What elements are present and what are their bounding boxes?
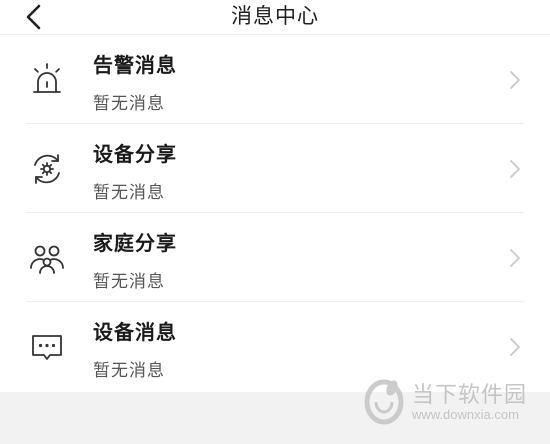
message-category-list: 告警消息 暂无消息 设备分享 暂无消息 家庭分享 暂无消息 设备消息 暂无消息 (0, 35, 550, 392)
message-category-alarm[interactable]: 告警消息 暂无消息 (0, 35, 550, 124)
message-category-title: 家庭分享 (93, 231, 177, 255)
message-category-device-share[interactable]: 设备分享 暂无消息 (0, 124, 550, 213)
chevron-right-icon (510, 338, 520, 356)
header-bar: 消息中心 (0, 0, 550, 35)
watermark-logo-icon (364, 379, 404, 425)
family-share-icon (30, 245, 64, 274)
device-share-icon (34, 154, 60, 184)
chevron-right-icon (510, 160, 520, 178)
watermark-url: www.downxia.com (412, 407, 519, 422)
message-center-screen: 消息中心 告警消息 暂无消息 设备分享 暂无消息 家庭分享 暂无消息 设备消息 … (0, 0, 550, 444)
chevron-right-icon (510, 249, 520, 267)
chevron-right-icon (510, 71, 520, 89)
watermark-name: 当下软件园 (412, 383, 528, 408)
message-category-title: 告警消息 (93, 53, 177, 77)
message-category-title: 设备消息 (93, 320, 177, 344)
message-category-status: 暂无消息 (93, 183, 165, 203)
message-category-status: 暂无消息 (93, 272, 165, 292)
message-category-family-share[interactable]: 家庭分享 暂无消息 (0, 213, 550, 302)
page-title: 消息中心 (231, 4, 319, 28)
chat-bubble-icon (32, 335, 62, 360)
alarm-siren-icon (33, 63, 61, 93)
message-category-title: 设备分享 (93, 142, 177, 166)
watermark: 当下软件园 www.downxia.com (362, 373, 532, 429)
message-category-status: 暂无消息 (93, 361, 165, 381)
message-category-status: 暂无消息 (93, 94, 165, 114)
